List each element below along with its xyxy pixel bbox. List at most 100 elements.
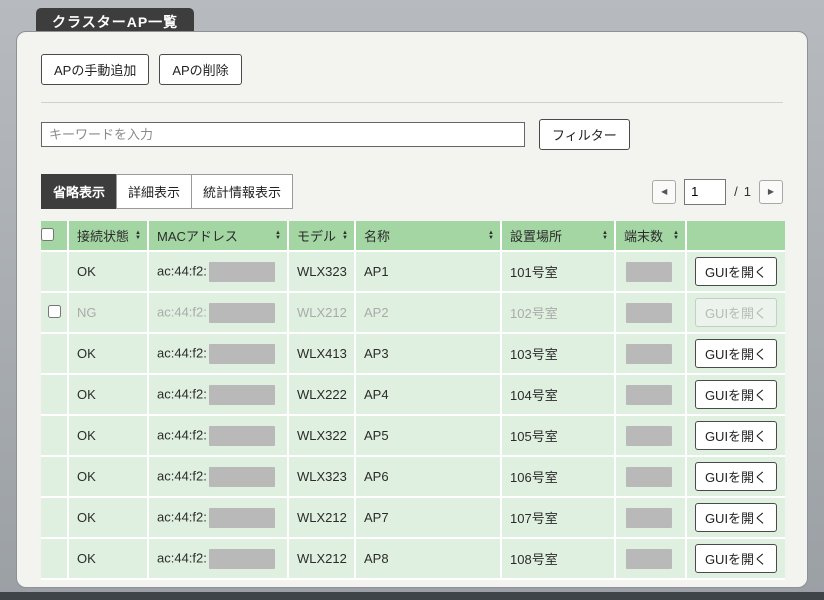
open-gui-button[interactable]: GUIを開く	[695, 257, 777, 286]
table-row: OKac:44:f2:WLX212AP8108号室GUIを開く	[41, 539, 785, 580]
mac-prefix: ac:44:f2:	[157, 427, 207, 442]
table-header: 接続状態 ▲▼ MACアドレス ▲▼ モデル ▲▼	[41, 221, 785, 252]
open-gui-button[interactable]: GUIを開く	[695, 462, 777, 491]
cell-model: WLX212	[289, 293, 356, 334]
redacted-terminal-count	[626, 385, 672, 405]
cell-select	[41, 334, 69, 375]
cell-mac: ac:44:f2:	[149, 498, 289, 539]
redacted-mac-suffix	[209, 344, 275, 364]
open-gui-button[interactable]: GUIを開く	[695, 421, 777, 450]
redacted-mac-suffix	[209, 549, 275, 569]
redacted-terminal-count	[626, 508, 672, 528]
col-header-location[interactable]: 設置場所 ▲▼	[502, 221, 616, 252]
open-gui-button[interactable]: GUIを開く	[695, 503, 777, 532]
cell-terminal-count	[616, 416, 687, 457]
redacted-terminal-count	[626, 262, 672, 282]
select-all-checkbox[interactable]	[41, 228, 54, 241]
tab-summary-view[interactable]: 省略表示	[41, 174, 117, 209]
mac-prefix: ac:44:f2:	[157, 468, 207, 483]
cell-status: OK	[69, 498, 149, 539]
next-page-button[interactable]: ▶	[759, 180, 783, 204]
cell-model: WLX413	[289, 334, 356, 375]
col-header-terminal-count[interactable]: 端末数 ▲▼	[616, 221, 687, 252]
filter-row: フィルター	[41, 119, 783, 150]
cell-status: OK	[69, 457, 149, 498]
cell-select	[41, 457, 69, 498]
delete-ap-button[interactable]: APの削除	[159, 54, 241, 85]
prev-page-button[interactable]: ◀	[652, 180, 676, 204]
open-gui-button[interactable]: GUIを開く	[695, 544, 777, 573]
col-header-name[interactable]: 名称 ▲▼	[356, 221, 502, 252]
table-row: NGac:44:f2:WLX212AP2102号室GUIを開く	[41, 293, 785, 334]
cell-name: AP1	[356, 252, 502, 293]
sort-icon[interactable]: ▲▼	[488, 231, 494, 241]
cell-action: GUIを開く	[687, 457, 785, 498]
page-background: クラスターAP一覧 APの手動追加 APの削除 フィルター 省略表示 詳細表示 …	[0, 0, 824, 600]
cell-terminal-count	[616, 252, 687, 293]
cell-mac: ac:44:f2:	[149, 334, 289, 375]
cell-action: GUIを開く	[687, 334, 785, 375]
table-row: OKac:44:f2:WLX323AP1101号室GUIを開く	[41, 252, 785, 293]
cell-terminal-count	[616, 539, 687, 580]
cell-location: 102号室	[502, 293, 616, 334]
cell-model: WLX222	[289, 375, 356, 416]
sort-icon[interactable]: ▲▼	[342, 231, 348, 241]
open-gui-button[interactable]: GUIを開く	[695, 380, 777, 409]
page-number-input[interactable]	[684, 179, 726, 205]
toolbar-divider	[41, 102, 783, 103]
redacted-terminal-count	[626, 303, 672, 323]
cell-action: GUIを開く	[687, 375, 785, 416]
mac-prefix: ac:44:f2:	[157, 386, 207, 401]
cell-location: 106号室	[502, 457, 616, 498]
table-row: OKac:44:f2:WLX413AP3103号室GUIを開く	[41, 334, 785, 375]
cell-location: 101号室	[502, 252, 616, 293]
cell-status: OK	[69, 252, 149, 293]
cell-select	[41, 498, 69, 539]
add-ap-button[interactable]: APの手動追加	[41, 54, 149, 85]
cell-action: GUIを開く	[687, 293, 785, 334]
cell-name: AP7	[356, 498, 502, 539]
col-header-status[interactable]: 接続状態 ▲▼	[69, 221, 149, 252]
table-row: OKac:44:f2:WLX222AP4104号室GUIを開く	[41, 375, 785, 416]
mac-prefix: ac:44:f2:	[157, 550, 207, 565]
redacted-terminal-count	[626, 467, 672, 487]
open-gui-button[interactable]: GUIを開く	[695, 339, 777, 368]
cell-location: 105号室	[502, 416, 616, 457]
cell-terminal-count	[616, 334, 687, 375]
cell-mac: ac:44:f2:	[149, 375, 289, 416]
redacted-mac-suffix	[209, 262, 275, 282]
cell-status: OK	[69, 416, 149, 457]
col-header-action	[687, 221, 785, 252]
cell-select	[41, 416, 69, 457]
filter-button[interactable]: フィルター	[539, 119, 630, 150]
cell-select	[41, 375, 69, 416]
cell-action: GUIを開く	[687, 416, 785, 457]
cell-mac: ac:44:f2:	[149, 457, 289, 498]
next-page-icon: ▶	[768, 187, 774, 196]
cell-terminal-count	[616, 498, 687, 539]
col-header-mac[interactable]: MACアドレス ▲▼	[149, 221, 289, 252]
page-title: クラスターAP一覧	[52, 14, 178, 30]
redacted-mac-suffix	[209, 303, 275, 323]
cell-model: WLX212	[289, 498, 356, 539]
sort-icon[interactable]: ▲▼	[673, 231, 679, 241]
col-header-model[interactable]: モデル ▲▼	[289, 221, 356, 252]
cell-name: AP8	[356, 539, 502, 580]
table-row: OKac:44:f2:WLX212AP7107号室GUIを開く	[41, 498, 785, 539]
ap-table-body: OKac:44:f2:WLX323AP1101号室GUIを開くNGac:44:f…	[41, 252, 785, 580]
cell-model: WLX212	[289, 539, 356, 580]
row-select-checkbox[interactable]	[48, 305, 61, 318]
view-controls-row: 省略表示 詳細表示 統計情報表示 ◀ / 1 ▶	[41, 174, 783, 209]
sort-icon[interactable]: ▲▼	[135, 231, 141, 241]
keyword-search-input[interactable]	[41, 122, 525, 147]
sort-icon[interactable]: ▲▼	[602, 231, 608, 241]
cluster-ap-table: 接続状態 ▲▼ MACアドレス ▲▼ モデル ▲▼	[41, 221, 785, 580]
mac-prefix: ac:44:f2:	[157, 304, 207, 319]
table-row: OKac:44:f2:WLX323AP6106号室GUIを開く	[41, 457, 785, 498]
redacted-terminal-count	[626, 344, 672, 364]
cell-terminal-count	[616, 293, 687, 334]
tab-statistics-view[interactable]: 統計情報表示	[191, 174, 293, 209]
tab-detail-view[interactable]: 詳細表示	[116, 174, 192, 209]
sort-icon[interactable]: ▲▼	[275, 231, 281, 241]
cell-status: NG	[69, 293, 149, 334]
